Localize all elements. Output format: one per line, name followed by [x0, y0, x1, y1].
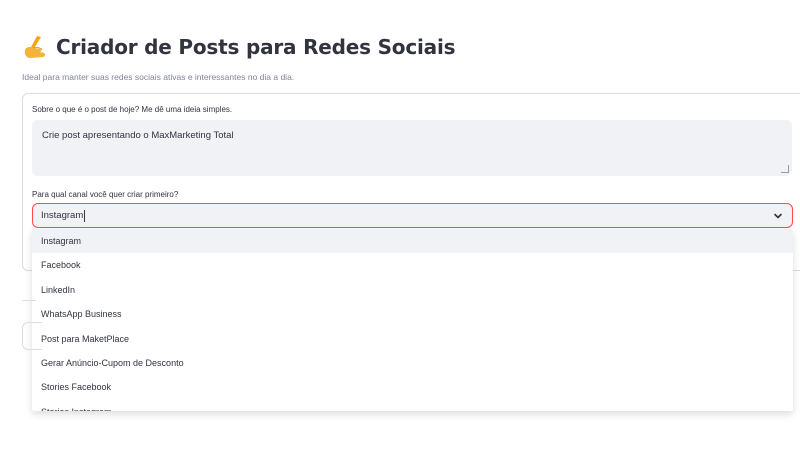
channel-select[interactable]: Instagram: [32, 203, 793, 228]
dropdown-option-facebook[interactable]: Facebook: [32, 253, 793, 277]
dropdown-option-post-marketplace[interactable]: Post para MaketPlace: [32, 327, 793, 351]
topic-label: Sobre o que é o post de hoje? Me dê uma …: [32, 105, 233, 114]
divider: [22, 300, 36, 301]
secondary-container: [22, 322, 42, 350]
dropdown-option-coupon-ad[interactable]: Gerar Anúncio-Cupom de Desconto: [32, 351, 793, 375]
resize-handle-icon[interactable]: [781, 165, 789, 173]
text-cursor: [84, 209, 86, 222]
dropdown-option-stories-facebook[interactable]: Stories Facebook: [32, 375, 793, 399]
channel-label: Para qual canal você quer criar primeiro…: [32, 190, 179, 199]
dropdown-option-whatsapp-business[interactable]: WhatsApp Business: [32, 302, 793, 326]
topic-text: Crie post apresentando o MaxMarketing To…: [42, 130, 234, 141]
writing-hand-icon: [24, 36, 46, 58]
channel-dropdown-menu: Instagram Facebook LinkedIn WhatsApp Bus…: [32, 229, 793, 411]
page-title-text: Criador de Posts para Redes Sociais: [56, 35, 456, 59]
channel-select-value: Instagram: [41, 210, 84, 221]
page-title: Criador de Posts para Redes Sociais: [22, 34, 456, 60]
page-subtitle: Ideal para manter suas redes sociais ati…: [22, 72, 295, 82]
topic-textarea[interactable]: Crie post apresentando o MaxMarketing To…: [32, 120, 792, 176]
dropdown-option-stories-instagram[interactable]: Stories Instagram: [32, 400, 793, 411]
dropdown-option-linkedin[interactable]: LinkedIn: [32, 278, 793, 302]
dropdown-option-instagram[interactable]: Instagram: [32, 229, 793, 254]
chevron-down-icon[interactable]: [773, 211, 783, 221]
